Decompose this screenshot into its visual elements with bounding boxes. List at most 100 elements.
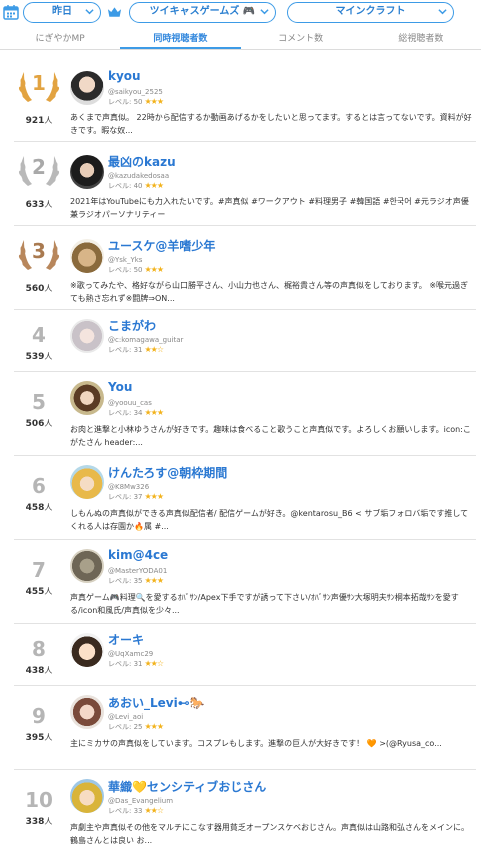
user-level: レベル: 40 ★★★ — [108, 181, 164, 190]
calendar-icon[interactable] — [3, 4, 19, 20]
rank-number: 8 — [32, 637, 46, 661]
chevron-down-icon — [260, 9, 269, 15]
rank-number: 2 — [32, 155, 46, 179]
user-id: @Ysk_Yks — [108, 256, 143, 264]
rank-number: 6 — [32, 474, 46, 498]
rank-number: 4 — [32, 323, 46, 347]
avatar[interactable] — [70, 381, 104, 415]
rank-badge: 7 455人 — [14, 541, 66, 624]
user-description: 声劇主や声真似その他をマルチにこなす器用貧乏オープンスケベおじさん。声真似は山路… — [70, 823, 469, 845]
viewer-count: 338人 — [25, 817, 53, 827]
user-level: レベル: 33 ★★☆ — [108, 806, 164, 815]
period-select[interactable]: 昨日 — [23, 2, 101, 23]
period-select-value: 昨日 — [52, 6, 72, 17]
category-select[interactable]: ツイキャスゲームズ 🎮 — [129, 2, 276, 23]
ranking-tabs: にぎやかMP 同時視聴者数 コメント数 総視聴者数 — [0, 30, 481, 50]
ranking-row[interactable]: 6 458人 けんたろす@朝枠期間 @K8Mw326 レベル: 37 ★★★ しも… — [14, 457, 476, 540]
user-id: @Levi_aoi — [108, 713, 144, 721]
viewer-count: 438人 — [25, 666, 53, 676]
user-id: @saikyou_2525 — [108, 88, 163, 96]
user-level: レベル: 31 ★★☆ — [108, 659, 164, 668]
ranking-row[interactable]: 3 560人 ユースケ@羊嗜少年 @Ysk_Yks レベル: 50 ★★★ ※歌っ… — [14, 227, 476, 310]
rank-badge: 8 438人 — [14, 625, 66, 686]
user-description: 主にミカサの声真似をしています。コスプレもします。進撃の巨人が大好きです！ 🧡 … — [70, 739, 442, 748]
ranking-row[interactable]: 7 455人 kim@4ce @MasterYODA01 レベル: 35 ★★★ … — [14, 541, 476, 624]
avatar[interactable] — [70, 633, 104, 667]
user-name[interactable]: You — [108, 380, 132, 394]
user-description: 2021年はYouTubeにも力入れたいです。#声真似 #ワークアウト #料理男… — [70, 197, 469, 219]
level-stars-icon: ★★☆ — [144, 345, 164, 354]
user-description: あくまで声真似。 22時から配信するか動画あげるかをしたいと思ってます。するとは… — [70, 113, 472, 135]
avatar[interactable] — [70, 71, 104, 105]
avatar[interactable] — [70, 319, 104, 353]
viewer-count: 633人 — [25, 200, 53, 210]
tab-concurrent-viewers[interactable]: 同時視聴者数 — [120, 30, 241, 49]
game-select[interactable]: マインクラフト — [287, 2, 454, 23]
avatar[interactable] — [70, 239, 104, 273]
user-description: ※歌ってみたや、格好ながら山口勝平さん、小山力也さん、梶裕貴さん等の声真似をして… — [70, 281, 469, 303]
ranking-row[interactable]: 10 338人 華織💛センシティブおじさん @Das_Evangelium レベ… — [14, 771, 476, 851]
rank-badge: 4 539人 — [14, 311, 66, 372]
user-id: @c:komagawa_guitar — [108, 336, 184, 344]
level-stars-icon: ★★★ — [144, 492, 164, 501]
user-name[interactable]: kim@4ce — [108, 548, 168, 562]
rank-badge: 10 338人 — [14, 771, 66, 851]
viewer-count: 560人 — [25, 284, 53, 294]
user-id: @UqXamc29 — [108, 650, 154, 658]
user-description: 声真ゲーム🎮料理🔍を愛するｵﾊﾞｻﾝ/Apex下手ですが誘って下さい/ｵﾊﾞｻﾝ… — [70, 593, 459, 615]
user-level: レベル: 35 ★★★ — [108, 576, 164, 585]
viewer-count: 395人 — [25, 733, 53, 743]
user-level: レベル: 25 ★★★ — [108, 722, 164, 731]
ranking-row[interactable]: 9 395人 あおい_Levi⊷🐎 @Levi_aoi レベル: 25 ★★★ 主… — [14, 687, 476, 770]
level-stars-icon: ★★★ — [144, 97, 164, 106]
rank-number: 3 — [32, 239, 46, 263]
user-level: レベル: 37 ★★★ — [108, 492, 164, 501]
crown-icon — [107, 7, 122, 17]
rank-number: 1 — [32, 71, 46, 95]
tab-comment-count[interactable]: コメント数 — [241, 30, 361, 49]
ranking-row[interactable]: 2 633人 最凶のkazu @kazudakedosaa レベル: 40 ★★★… — [14, 143, 476, 226]
game-select-value: マインクラフト — [335, 6, 406, 17]
rank-badge: 2 633人 — [14, 143, 66, 226]
level-stars-icon: ★★★ — [144, 576, 164, 585]
chevron-down-icon — [85, 9, 94, 15]
avatar[interactable] — [70, 465, 104, 499]
user-name[interactable]: 華織💛センシティブおじさん — [108, 778, 266, 795]
rank-number: 9 — [32, 704, 46, 728]
user-name[interactable]: けんたろす@朝枠期間 — [108, 464, 227, 481]
avatar[interactable] — [70, 779, 104, 813]
user-name[interactable]: オーキ — [108, 631, 144, 648]
user-id: @kazudakedosaa — [108, 172, 170, 180]
ranking-row[interactable]: 1 921人 kyou @saikyou_2525 レベル: 50 ★★★ あくま… — [14, 59, 476, 142]
ranking-row[interactable]: 8 438人 オーキ @UqXamc29 レベル: 31 ★★☆ — [14, 625, 476, 686]
viewer-count: 506人 — [25, 419, 53, 429]
tab-nigiyaka-mp[interactable]: にぎやかMP — [0, 30, 120, 49]
user-name[interactable]: あおい_Levi⊷🐎 — [108, 694, 205, 711]
viewer-count: 921人 — [25, 116, 53, 126]
user-description: お肉と進撃と小林ゆうさんが好きです。趣味は食べること歌うこと声真似です。よろしく… — [70, 425, 471, 447]
ranking-row[interactable]: 4 539人 こまがわ @c:komagawa_guitar レベル: 31 ★★… — [14, 311, 476, 372]
user-description: しもんぬの声真似ができる声真似配信者/ 配信ゲームが好き。@kentarosu_… — [70, 509, 469, 531]
user-name[interactable]: こまがわ — [108, 317, 156, 334]
user-id: @K8Mw326 — [108, 483, 150, 491]
avatar[interactable] — [70, 549, 104, 583]
user-name[interactable]: ユースケ@羊嗜少年 — [108, 237, 215, 254]
level-stars-icon: ★★★ — [144, 181, 164, 190]
viewer-count: 539人 — [25, 352, 53, 362]
rank-badge: 9 395人 — [14, 687, 66, 770]
tab-total-viewers[interactable]: 総視聴者数 — [361, 30, 481, 49]
user-id: @Das_Evangelium — [108, 797, 174, 805]
rank-number: 5 — [32, 390, 46, 414]
user-name[interactable]: 最凶のkazu — [108, 153, 176, 170]
user-name[interactable]: kyou — [108, 69, 141, 83]
level-stars-icon: ★★★ — [144, 408, 164, 417]
avatar[interactable] — [70, 155, 104, 189]
ranking-row[interactable]: 5 506人 You @yoouu_cas レベル: 34 ★★★ お肉と進撃と小… — [14, 373, 476, 456]
avatar[interactable] — [70, 695, 104, 729]
level-stars-icon: ★★★ — [144, 265, 164, 274]
user-id: @yoouu_cas — [108, 399, 152, 407]
user-level: レベル: 31 ★★☆ — [108, 345, 164, 354]
filter-bar: 昨日 ツイキャスゲームズ 🎮 マインクラフト — [0, 0, 481, 26]
rank-badge: 1 921人 — [14, 59, 66, 142]
user-id: @MasterYODA01 — [108, 567, 168, 575]
